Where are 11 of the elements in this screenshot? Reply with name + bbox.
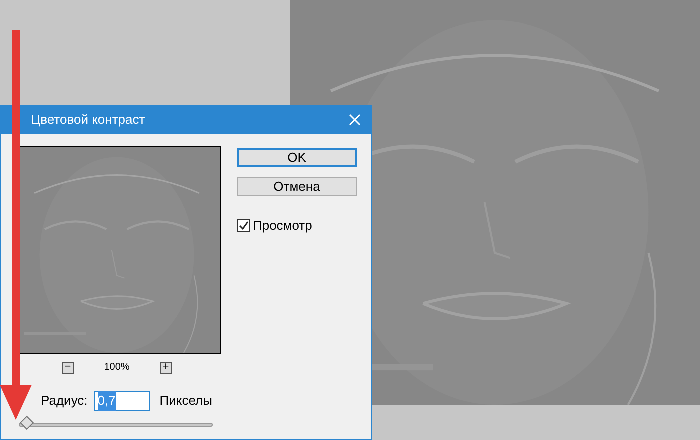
radius-label: Радиус: (41, 392, 88, 410)
checkbox-label: Просмотр (253, 217, 312, 235)
window-title: Цветовой контраст (31, 111, 146, 130)
dialog-button[interactable]: Отмена (237, 177, 357, 196)
zoom-out-button[interactable]: − (62, 362, 74, 374)
zoom-in-button[interactable]: + (160, 362, 172, 374)
zoom-level: 100% (103, 361, 131, 375)
dialog-button[interactable]: OK (237, 148, 357, 167)
unit-label: Пикселы (160, 392, 212, 410)
close-icon[interactable] (349, 114, 361, 126)
preview-checkbox[interactable] (237, 219, 250, 232)
